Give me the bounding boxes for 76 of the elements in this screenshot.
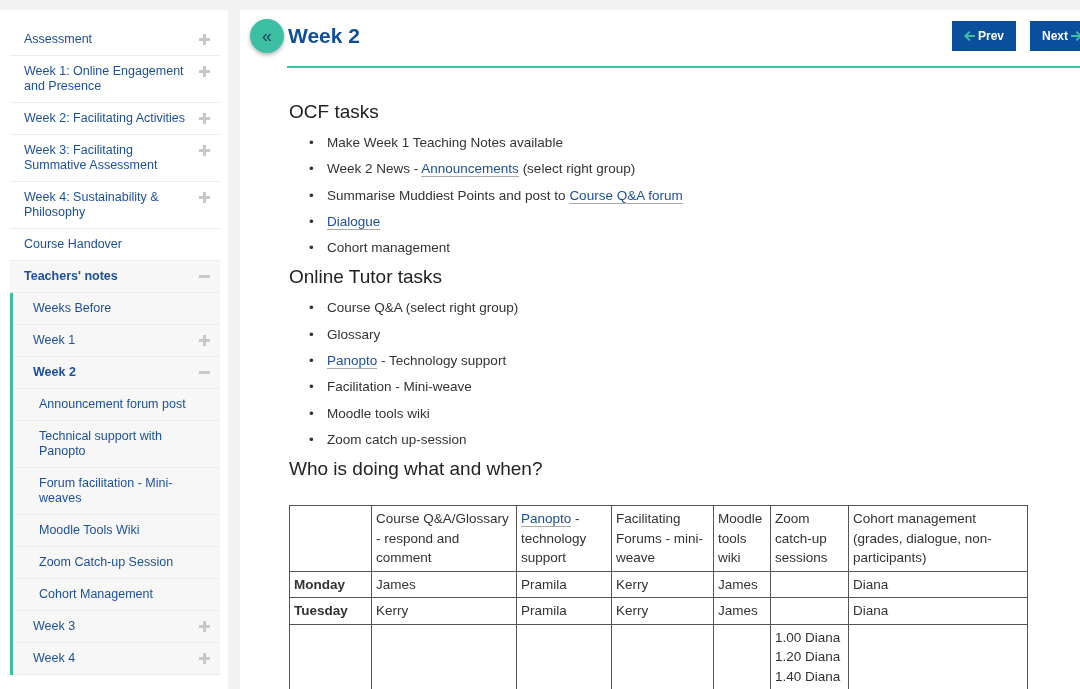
- day-cell: Monday: [289, 571, 372, 598]
- collapse-button[interactable]: «: [250, 19, 284, 53]
- bullet: •: [309, 326, 315, 343]
- sidebar-item[interactable]: Week 3: [33, 619, 76, 634]
- sidebar-item[interactable]: Course Handover: [24, 237, 122, 252]
- plus-icon[interactable]: [199, 192, 210, 203]
- column-header: Zoom catch-up sessions: [775, 510, 829, 568]
- text: Week 2 News -: [327, 161, 420, 177]
- bullet: •: [309, 405, 315, 422]
- next-button[interactable]: Next: [1030, 21, 1080, 51]
- text: Zoom catch up-session: [327, 431, 467, 447]
- table-cell-text: 1.40 Diana: [775, 667, 842, 686]
- plus-icon[interactable]: [199, 66, 210, 77]
- bullet: •: [309, 187, 315, 204]
- bullet: •: [309, 353, 315, 370]
- text: (select right group): [521, 161, 636, 177]
- sidebar-item[interactable]: Assessment: [24, 32, 93, 47]
- table-cell-text: Pramila: [521, 602, 568, 621]
- table-cell-text: James: [718, 575, 759, 594]
- plus-icon[interactable]: [199, 34, 210, 45]
- column-header: Moodle tools wiki: [718, 510, 764, 568]
- arrow-right-icon: [1071, 31, 1080, 41]
- text: Moodle tools wiki: [327, 405, 430, 421]
- page-title: Week 2: [288, 24, 361, 48]
- plus-icon[interactable]: [199, 621, 210, 632]
- table-cell-text: Pramila: [521, 575, 568, 594]
- link[interactable]: Panopto: [327, 353, 378, 370]
- plus-icon[interactable]: [199, 335, 210, 346]
- table-cell-text: Kerry: [616, 602, 650, 621]
- table-cell-text: Kerry: [376, 602, 410, 621]
- text: Make Week 1 Teaching Notes available: [327, 135, 563, 150]
- sidebar-item[interactable]: Week 2: Facilitating Activities: [24, 111, 185, 126]
- text: Course Q&A (select right group): [327, 300, 519, 316]
- table-cell-text: Kerry: [616, 575, 650, 594]
- sidebar-item[interactable]: Week 2: [33, 365, 76, 380]
- sidebar-item[interactable]: Week 1: Online Engagement and Presence: [24, 64, 194, 94]
- link[interactable]: Course Q&A forum: [569, 187, 683, 204]
- text: Summarise Muddiest Points and post to: [327, 187, 567, 203]
- text: Facilitation - Mini-weave: [327, 379, 472, 395]
- sidebar-item[interactable]: Week 4: Sustainability & Philosophy: [24, 190, 194, 220]
- text: Glossary: [327, 326, 381, 342]
- link[interactable]: Announcements: [421, 161, 519, 178]
- bullet: •: [309, 161, 315, 178]
- table-cell-text: Diana: [853, 602, 890, 621]
- table-cell-text: James: [376, 575, 417, 594]
- column-header: Panopto - technology support: [521, 510, 588, 568]
- table-cell-text: James: [718, 602, 759, 621]
- link[interactable]: Dialogue: [327, 213, 381, 230]
- link[interactable]: Panopto: [521, 511, 572, 528]
- bullet: •: [309, 213, 315, 230]
- sidebar-item[interactable]: Week 4: [33, 651, 76, 666]
- bullet: •: [309, 240, 315, 257]
- day-cell: Tuesday: [289, 597, 372, 625]
- plus-icon[interactable]: [199, 113, 210, 124]
- section-heading: OCF tasks: [289, 100, 380, 124]
- sidebar-item[interactable]: Week 3: Facilitating Summative Assessment: [24, 143, 194, 173]
- text: - Technology support: [380, 353, 507, 369]
- plus-icon[interactable]: [199, 653, 210, 664]
- table-cell-text: 1.20 Diana: [775, 648, 842, 667]
- bullet: •: [309, 431, 315, 448]
- column-header: Cohort management (grades, dialogue, non-participants): [853, 510, 993, 568]
- sidebar-item[interactable]: Weeks Before: [33, 301, 112, 316]
- table-cell-text: 1.00 Diana: [775, 628, 842, 647]
- column-header: Course Q&A/Glossary - respond and comment: [376, 510, 510, 568]
- section-heading: Who is doing what and when?: [289, 457, 544, 482]
- section-heading: Online Tutor tasks: [289, 265, 444, 290]
- bullet: •: [309, 135, 315, 151]
- plus-icon[interactable]: [199, 145, 210, 156]
- prev-button[interactable]: Prev: [951, 21, 1016, 51]
- arrow-left-icon: [963, 31, 975, 41]
- sidebar-item[interactable]: Week 1: [33, 333, 76, 348]
- text: Cohort management: [327, 240, 451, 256]
- bullet: •: [309, 379, 315, 396]
- table-cell-text: Diana: [853, 575, 890, 594]
- bullet: •: [309, 300, 315, 317]
- column-header: Facilitating Forums - mini-weave: [616, 510, 704, 568]
